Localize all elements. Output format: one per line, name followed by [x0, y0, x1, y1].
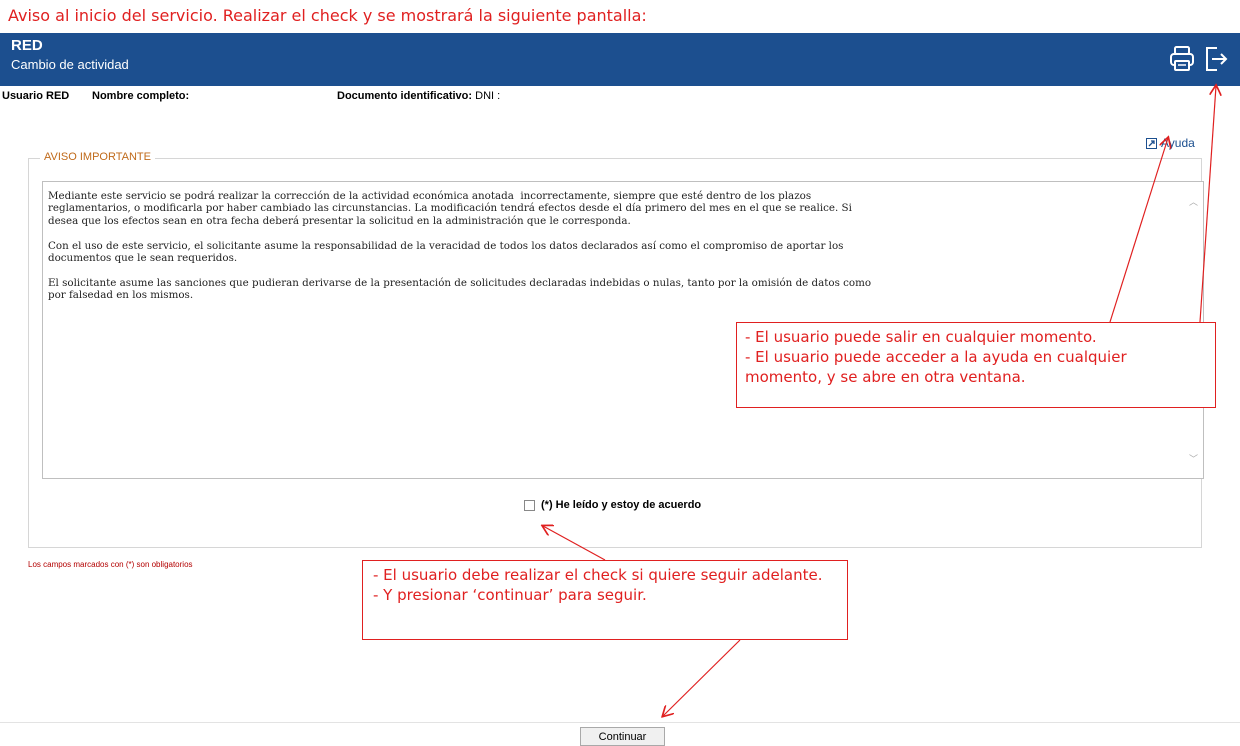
required-fields-note: Los campos marcados con (*) son obligato… — [28, 560, 193, 569]
page-subtitle: Cambio de actividad — [11, 57, 129, 72]
callout-help-text: - El usuario puede acceder a la ayuda en… — [745, 348, 1127, 386]
callout-continue-text: - Y presionar ‘continuar’ para seguir. — [373, 586, 647, 604]
callout-exit-text: - El usuario puede salir en cualquier mo… — [745, 328, 1097, 346]
annotation-caption: Aviso al inicio del servicio. Realizar e… — [8, 6, 647, 25]
printer-icon[interactable] — [1169, 45, 1195, 73]
footer-divider — [0, 722, 1240, 723]
app-header: RED Cambio de actividad — [0, 33, 1240, 86]
id-document-label: Documento identificativo: — [337, 90, 473, 102]
arrow-to-continue — [663, 639, 741, 716]
full-name-label: Nombre completo: — [92, 90, 190, 102]
agree-checkbox[interactable] — [524, 499, 535, 511]
user-info-bar: Usuario RED Nombre completo: Documento i… — [0, 88, 1240, 104]
continue-button[interactable]: Continuar — [580, 727, 665, 746]
callout-check-text: - El usuario debe realizar el check si q… — [373, 566, 823, 584]
external-link-icon — [1146, 137, 1157, 149]
help-link[interactable]: Ayuda — [1146, 136, 1195, 150]
agree-label: (*) He leído y estoy de acuerdo — [541, 499, 702, 511]
notice-legend: AVISO IMPORTANTE — [40, 151, 155, 163]
app-name: RED — [11, 37, 43, 54]
id-document-value: DNI : — [475, 90, 501, 102]
user-type-label: Usuario RED — [2, 90, 70, 102]
agree-checkbox-row[interactable]: (*) He leído y estoy de acuerdo — [524, 499, 701, 511]
exit-icon[interactable] — [1203, 45, 1229, 73]
help-link-label: Ayuda — [1161, 136, 1195, 150]
scroll-down-icon[interactable]: ﹀ — [1189, 452, 1201, 464]
id-document-group: Documento identificativo: DNI : — [337, 90, 500, 102]
check-continue-callout: - El usuario debe realizar el check si q… — [362, 560, 848, 640]
exit-help-callout: - El usuario puede salir en cualquier mo… — [736, 322, 1216, 408]
scroll-up-icon[interactable]: ︿ — [1189, 195, 1201, 207]
